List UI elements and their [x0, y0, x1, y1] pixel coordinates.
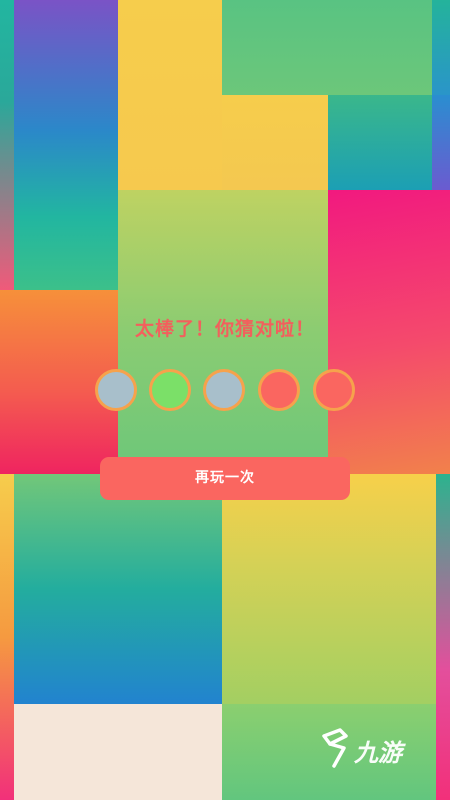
bg-tile [0, 0, 14, 290]
bg-tile [222, 95, 328, 190]
bg-tile [14, 474, 222, 704]
bg-tile [436, 474, 450, 800]
answer-dot [149, 369, 191, 411]
watermark: 九游 [318, 726, 428, 770]
bg-tile [14, 704, 222, 800]
answer-dot [95, 369, 137, 411]
bg-tile [222, 474, 436, 704]
result-message: 太棒了！你猜对啦！ [134, 318, 315, 340]
bg-tile [0, 474, 14, 800]
replay-button[interactable]: 再玩一次 [100, 457, 350, 500]
answer-dot [313, 369, 355, 411]
jiuyou-logo-icon [322, 728, 348, 768]
bg-tile [328, 95, 432, 190]
answer-dot [203, 369, 245, 411]
answer-dots [95, 369, 357, 411]
answer-dot [258, 369, 300, 411]
bg-tile [118, 0, 222, 190]
bg-tile [432, 95, 450, 190]
bg-tile [222, 0, 432, 95]
bg-tile [432, 0, 450, 95]
watermark-text: 九游 [354, 738, 402, 767]
bg-tile [14, 0, 118, 290]
